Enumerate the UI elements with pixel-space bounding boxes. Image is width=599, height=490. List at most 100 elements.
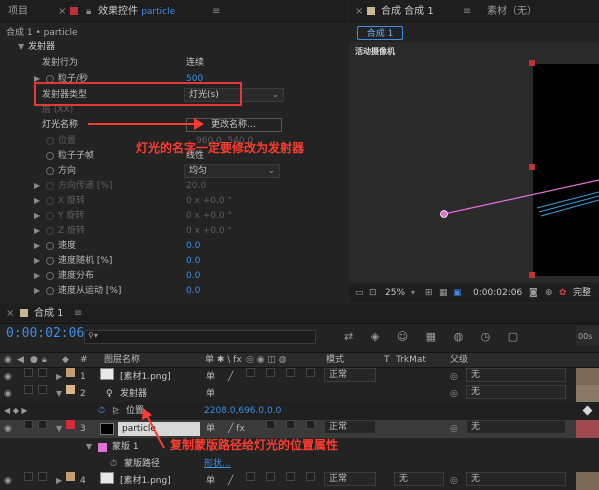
expand-triangle-icon[interactable]: ▶ — [56, 472, 62, 490]
stopwatch-icon[interactable]: ⏱ — [98, 402, 105, 420]
position-value[interactable]: 2208.0,696.0,0.0 — [204, 402, 281, 420]
parent-dropdown[interactable]: 无 — [466, 385, 566, 399]
mask-color[interactable] — [98, 443, 107, 452]
snapshot-icon[interactable]: ▭ — [355, 284, 364, 302]
layer-bar[interactable] — [576, 385, 599, 403]
tab-project[interactable]: 项目 — [8, 4, 28, 20]
expand-triangle-icon[interactable]: ▶ — [56, 368, 62, 386]
region-icon[interactable]: ▦ — [439, 284, 448, 302]
switch-box[interactable] — [286, 368, 295, 377]
lock-switch[interactable] — [38, 385, 47, 394]
stopwatch-icon[interactable] — [46, 257, 54, 265]
viewer-timecode[interactable]: 0:00:02:06 — [473, 284, 522, 302]
visibility-icon[interactable]: ◉ — [4, 472, 12, 490]
switch-box[interactable] — [266, 368, 275, 377]
visibility-icon[interactable]: ◉ — [4, 420, 12, 438]
viewer-area[interactable]: 活动摄像机 — [349, 42, 599, 282]
timeline-timecode[interactable]: 0:00:02:06 — [6, 326, 84, 341]
stopwatch-icon[interactable] — [46, 152, 54, 160]
tab-effect-controls[interactable]: 效果控件 particle — [98, 4, 175, 20]
mask-path-value[interactable]: 形状... — [204, 455, 231, 473]
close-icon[interactable]: × — [355, 4, 363, 20]
collapse-triangle-icon[interactable]: ▼ — [56, 420, 62, 438]
show-channel-icon[interactable]: ⊕ — [545, 284, 553, 302]
mode-dropdown[interactable]: 正常 — [324, 368, 376, 382]
switch-quality[interactable]: ╱ — [228, 472, 233, 490]
switch-box[interactable] — [266, 420, 275, 429]
switch-quality[interactable]: ╱ — [228, 368, 233, 386]
graph-editor-icon[interactable]: ◷ — [481, 330, 491, 343]
mask-path-row[interactable]: ⏱ 蒙版路径 形状... — [0, 455, 599, 473]
switch-shy[interactable]: 单 — [206, 472, 215, 490]
layer-name[interactable]: [素材1.png] — [120, 472, 171, 490]
lock-icon[interactable]: 🔒︎ — [42, 353, 47, 368]
parent-dropdown[interactable]: 无 — [466, 420, 566, 434]
tab-timeline-comp[interactable]: 合成 1 — [34, 306, 64, 322]
zoom-dropdown[interactable]: 25% — [385, 284, 405, 302]
stopwatch-icon[interactable] — [46, 242, 54, 250]
mode-dropdown[interactable]: 正常 — [324, 420, 376, 434]
switch-box[interactable] — [286, 420, 295, 429]
header-layer-name[interactable]: 图层名称 — [104, 353, 140, 368]
switch-shy[interactable]: 单 — [206, 368, 215, 386]
velocity-from-motion-value[interactable]: 0.0 — [186, 282, 200, 300]
keyframe-diamond[interactable] — [582, 405, 593, 416]
switch-box[interactable] — [286, 472, 295, 481]
layer-label-color[interactable] — [66, 420, 75, 429]
header-trkmat[interactable]: TrkMat — [396, 353, 426, 368]
layer-search-input[interactable]: ⚲▾ — [84, 330, 316, 344]
tab-footage[interactable]: 素材（无） — [487, 4, 537, 20]
motion-blur-icon[interactable]: ◍ — [454, 330, 464, 343]
collapse-triangle-icon[interactable]: ▼ — [56, 385, 62, 403]
layer-name[interactable]: [素材1.png] — [120, 368, 171, 386]
transparency-grid-icon[interactable]: ▣ — [453, 284, 462, 302]
solo-switch[interactable] — [24, 420, 33, 429]
fit-icon[interactable]: ⊞ — [425, 284, 433, 302]
color-channel-icon[interactable]: ✿ — [559, 284, 567, 302]
solo-switch[interactable] — [24, 472, 33, 481]
solo-switch[interactable] — [24, 368, 33, 377]
graph-icon[interactable]: ▢ — [508, 330, 518, 343]
graph-icon[interactable]: ⊵ — [112, 402, 120, 420]
solo-switch[interactable] — [24, 385, 33, 394]
panel-menu-icon[interactable]: ≡ — [74, 306, 82, 322]
layer-label-color[interactable] — [66, 472, 75, 481]
layer-label-color[interactable] — [66, 385, 75, 394]
stopwatch-icon[interactable] — [46, 287, 54, 295]
switch-box[interactable] — [306, 472, 315, 481]
tab-composition[interactable]: 合成 合成 1 — [381, 4, 434, 20]
parent-pickwhip-icon[interactable]: ◎ — [450, 420, 458, 438]
solo-icon[interactable]: ● — [30, 353, 38, 368]
visibility-icon[interactable]: ◉ — [4, 385, 12, 403]
property-row-position[interactable]: ◀ ◆ ▶ ⏱ ⊵ 位置 2208.0,696.0,0.0 — [0, 402, 599, 420]
frame-blend-icon[interactable]: ▦ — [426, 330, 436, 343]
switch-shy[interactable]: 单 — [206, 385, 215, 403]
parent-pickwhip-icon[interactable]: ◎ — [450, 368, 458, 386]
parent-dropdown[interactable]: 无 — [466, 368, 566, 382]
layer-bar[interactable] — [576, 420, 599, 438]
switch-box[interactable] — [246, 472, 255, 481]
collapse-triangle-icon[interactable]: ▼ — [86, 438, 92, 456]
lock-switch[interactable] — [38, 420, 47, 429]
row-velocity-from-motion[interactable]: ▶ 速度从运动 [%] 0.0 — [0, 282, 347, 300]
header-parent[interactable]: 父级 — [450, 353, 468, 368]
trkmat-dropdown[interactable]: 无 — [394, 472, 444, 486]
grid-icon[interactable]: ⊡ — [369, 284, 377, 302]
comp-subtab[interactable]: 合成 1 — [357, 26, 403, 40]
close-icon[interactable]: × — [58, 4, 66, 20]
switch-box[interactable] — [306, 368, 315, 377]
label-icon[interactable]: ◆ — [62, 353, 69, 368]
header-mode[interactable]: 模式 — [326, 353, 344, 368]
layer-row[interactable]: ◉ ▼ 2 ♀ 发射器 单 ◎ 无 — [0, 385, 599, 403]
stopwatch-icon[interactable] — [46, 167, 54, 175]
lock-switch[interactable] — [38, 368, 47, 377]
quality-dropdown[interactable]: 完整 — [573, 284, 591, 302]
layer-name[interactable]: 发射器 — [120, 385, 147, 403]
close-icon[interactable]: × — [6, 306, 14, 322]
visibility-icon[interactable]: ◉ — [4, 353, 12, 368]
lock-switch[interactable] — [38, 472, 47, 481]
expand-triangle-icon[interactable]: ▶ — [34, 282, 40, 300]
shy-icon[interactable]: ☺ — [397, 330, 408, 343]
switch-box[interactable] — [306, 420, 315, 429]
draft-3d-icon[interactable]: ◈ — [371, 330, 379, 343]
